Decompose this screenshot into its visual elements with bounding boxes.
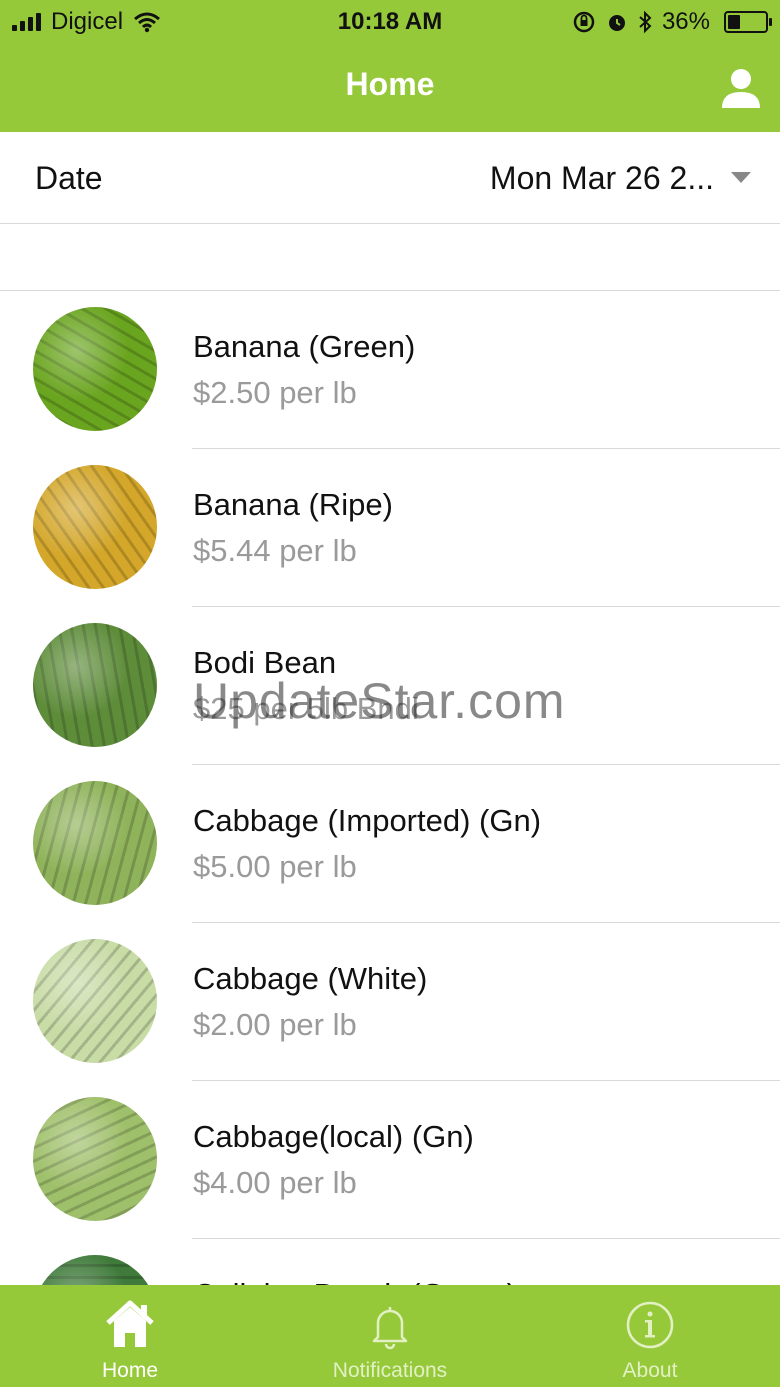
produce-thumbnail: [33, 939, 157, 1063]
tab-notifications-label: Notifications: [332, 1359, 448, 1382]
tab-about[interactable]: About: [520, 1285, 780, 1387]
produce-thumbnail: [33, 623, 157, 747]
tab-home-label: Home: [101, 1359, 159, 1382]
user-icon[interactable]: [720, 66, 762, 110]
item-price: $5.44 per lb: [193, 533, 357, 568]
home-icon: [106, 1300, 154, 1347]
produce-list: Banana (Green) $2.50 per lb Banana (Ripe) $…: [0, 291, 780, 1285]
chevron-down-icon[interactable]: [731, 172, 751, 183]
produce-thumbnail: [33, 1097, 157, 1221]
bluetooth-icon: [639, 10, 652, 34]
produce-thumbnail: [33, 1255, 157, 1285]
page-title: Home: [345, 66, 435, 102]
battery-icon: [724, 11, 772, 33]
item-price: $2.50 per lb: [193, 375, 357, 410]
item-price: $4.00 per lb: [193, 1165, 357, 1200]
item-name: Cabbage(local) (Gn): [193, 1119, 474, 1154]
produce-thumbnail: [33, 307, 157, 431]
bell-icon: [372, 1307, 408, 1350]
section-spacer: [0, 224, 780, 291]
produce-thumbnail: [33, 781, 157, 905]
list-item[interactable]: Banana (Green) $2.50 per lb: [0, 291, 780, 449]
list-item[interactable]: Cabbage(local) (Gn) $4.00 per lb: [0, 1081, 780, 1239]
item-price: $2.00 per lb: [193, 1007, 357, 1042]
battery-percent: 36%: [661, 8, 710, 35]
tab-home[interactable]: Home: [0, 1285, 260, 1387]
item-name: Callaloo Bunch (Green): [193, 1277, 517, 1285]
item-name: Banana (Green): [193, 329, 416, 364]
date-picker[interactable]: Date Mon Mar 26 2...: [0, 132, 780, 224]
tab-bar: Home Notifications About: [0, 1285, 780, 1387]
list-item[interactable]: Cabbage (White) $2.00 per lb: [0, 923, 780, 1081]
watermark: UpdateStar.com: [193, 673, 566, 729]
item-name: Cabbage (Imported) (Gn): [193, 803, 542, 838]
app-header: Digicel 10:18 AM 36% Home: [0, 0, 780, 132]
tab-notifications[interactable]: Notifications: [260, 1285, 520, 1387]
status-bar: Digicel 10:18 AM 36%: [0, 0, 780, 44]
tab-about-label: About: [622, 1359, 678, 1382]
list-item[interactable]: Cabbage (Imported) (Gn) $5.00 per lb: [0, 765, 780, 923]
orientation-lock-icon: [573, 11, 595, 33]
item-name: Banana (Ripe): [193, 487, 393, 522]
date-value[interactable]: Mon Mar 26 2...: [490, 160, 714, 197]
produce-thumbnail: [33, 465, 157, 589]
info-icon: [626, 1301, 674, 1349]
item-name: Cabbage (White): [193, 961, 428, 996]
item-price: $5.00 per lb: [193, 849, 357, 884]
alarm-icon: [608, 15, 625, 31]
list-item[interactable]: Callaloo Bunch (Green): [0, 1239, 780, 1285]
list-item[interactable]: Banana (Ripe) $5.44 per lb: [0, 449, 780, 607]
date-label: Date: [35, 160, 103, 196]
